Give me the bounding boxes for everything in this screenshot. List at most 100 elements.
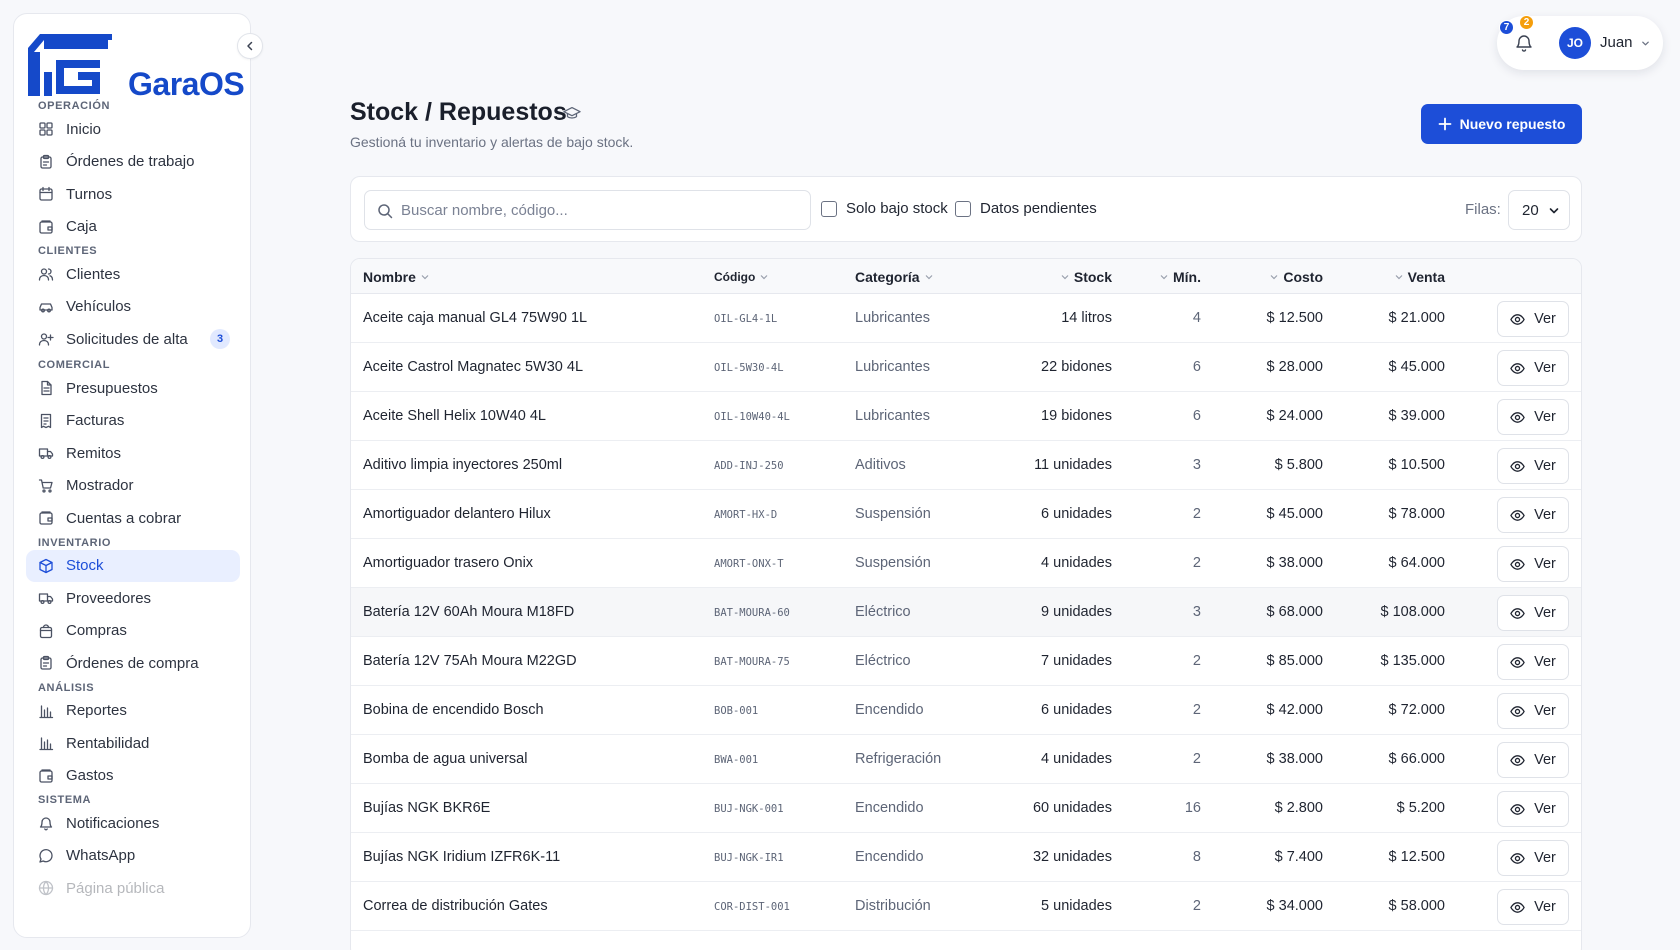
part-min: 8 <box>1192 849 1201 865</box>
part-category: Lubricantes <box>855 310 930 326</box>
view-button[interactable]: Ver <box>1497 742 1569 778</box>
column-header-min[interactable]: Mín. <box>1155 269 1201 285</box>
message-circle-icon <box>39 848 53 863</box>
sidebar-item-ordenes-de-compra[interactable]: Órdenes de compra <box>26 647 240 679</box>
table-row[interactable]: Bujías NGK Iridium IZFR6K-11 BUJ-NGK-IR1 E… <box>351 833 1581 882</box>
sidebar-item-inicio[interactable]: Inicio <box>26 113 240 145</box>
view-button[interactable]: Ver <box>1497 693 1569 729</box>
sidebar-item-notificaciones[interactable]: Notificaciones <box>26 807 240 839</box>
part-min: 2 <box>1192 751 1201 767</box>
part-sale: $ 66.000 <box>1388 751 1445 767</box>
part-sale: $ 64.000 <box>1388 555 1445 571</box>
column-header-cost[interactable]: Costo <box>1265 269 1323 285</box>
table-row[interactable]: Aceite Shell Helix 10W40 4L OIL-10W40-4L L… <box>351 392 1581 441</box>
sidebar-item-rentabilidad[interactable]: Rentabilidad <box>26 727 240 759</box>
sidebar-item-cuentas-a-cobrar[interactable]: Cuentas a cobrar <box>26 502 240 534</box>
column-header-sale[interactable]: Venta <box>1390 269 1445 285</box>
part-stock: 6 unidades <box>1041 702 1112 718</box>
sidebar-item-turnos[interactable]: Turnos <box>26 178 240 210</box>
eye-icon <box>1510 754 1525 766</box>
sidebar-item-stock[interactable]: Stock <box>26 549 240 582</box>
low-stock-checkbox[interactable]: Solo bajo stock <box>821 200 948 217</box>
table-row[interactable]: Aceite caja manual GL4 75W90 1L OIL-GL4-1… <box>351 294 1581 343</box>
sidebar-item-caja[interactable]: Caja <box>26 211 240 243</box>
part-code: BUJ-NGK-IR1 <box>714 852 784 864</box>
table-row[interactable]: Aditivo limpia inyectores 250ml ADD-INJ-2… <box>351 441 1581 490</box>
part-cost: $ 68.000 <box>1266 604 1323 620</box>
sidebar-item-pagina-publica[interactable]: Página pública <box>26 872 240 904</box>
sidebar-item-presupuestos[interactable]: Presupuestos <box>26 372 240 404</box>
sidebar-item-label: Inicio <box>66 120 102 138</box>
sidebar-item-proveedores[interactable]: Proveedores <box>26 582 240 614</box>
view-button[interactable]: Ver <box>1497 399 1569 435</box>
collapse-sidebar-button[interactable] <box>237 33 263 59</box>
sort-chevron-icon <box>1270 275 1278 280</box>
sidebar-item-remitos[interactable]: Remitos <box>26 437 240 469</box>
sidebar-item-label: Gastos <box>66 767 114 784</box>
sidebar-item-clientes[interactable]: Clientes <box>26 258 240 290</box>
column-header-stock[interactable]: Stock <box>1056 269 1112 285</box>
table-row[interactable]: Amortiguador trasero Onix AMORT-ONX-T Susp… <box>351 539 1581 588</box>
view-button[interactable]: Ver <box>1497 840 1569 876</box>
table-row[interactable]: Bujías NGK BKR6E BUJ-NGK-001 Encendido 60 u… <box>351 784 1581 833</box>
chevron-down-icon[interactable] <box>1641 39 1650 48</box>
part-stock: 4 unidades <box>1041 751 1112 767</box>
view-button[interactable]: Ver <box>1497 497 1569 533</box>
checkbox-box[interactable] <box>821 200 837 217</box>
table-row[interactable]: Batería 12V 60Ah Moura M18FD BAT-MOURA-60… <box>351 588 1581 637</box>
table-row[interactable]: Correa de distribución Gates COR-DIST-001… <box>351 882 1581 931</box>
part-stock: 19 bidones <box>1041 408 1112 424</box>
view-button[interactable]: Ver <box>1497 546 1569 582</box>
sidebar-item-ordenes-de-trabajo[interactable]: Órdenes de trabajo <box>26 146 240 178</box>
plus-icon <box>1438 117 1451 131</box>
pending-data-checkbox[interactable]: Datos pendientes <box>955 200 1097 217</box>
view-button[interactable]: Ver <box>1497 448 1569 484</box>
table-row[interactable]: Bobina de encendido Bosch BOB-001 Encendid… <box>351 686 1581 735</box>
user-name[interactable]: Juan <box>1600 34 1633 51</box>
sidebar-item-label: Vehículos <box>66 298 132 315</box>
avatar[interactable]: JO <box>1559 27 1591 59</box>
part-cost: $ 38.000 <box>1266 555 1323 571</box>
sidebar-item-facturas[interactable]: Facturas <box>26 405 240 437</box>
column-header-category[interactable]: Categoría <box>855 269 938 285</box>
part-category: Eléctrico <box>855 653 911 669</box>
checkbox-box[interactable] <box>955 200 971 217</box>
graduation-cap-icon[interactable] <box>563 104 581 122</box>
sort-chevron-icon <box>925 275 933 280</box>
view-button[interactable]: Ver <box>1497 301 1569 337</box>
eye-icon <box>1510 509 1525 521</box>
part-stock: 22 bidones <box>1041 359 1112 375</box>
sidebar-item-reportes[interactable]: Reportes <box>26 695 240 727</box>
sidebar-item-compras[interactable]: Compras <box>26 615 240 647</box>
part-cost: $ 12.500 <box>1266 310 1323 326</box>
sidebar-item-gastos[interactable]: Gastos <box>26 760 240 792</box>
part-name: Bobina de encendido Bosch <box>363 702 544 718</box>
part-sale: $ 78.000 <box>1388 506 1445 522</box>
table-row[interactable]: Amortiguador delantero Hilux AMORT-HX-D Su… <box>351 490 1581 539</box>
eye-icon <box>1510 460 1525 472</box>
view-button[interactable]: Ver <box>1497 791 1569 827</box>
search-input[interactable] <box>401 191 801 229</box>
part-category: Encendido <box>855 800 924 816</box>
column-header-name[interactable]: Nombre <box>363 269 434 285</box>
sidebar-item-label: Solicitudes de alta <box>66 330 188 348</box>
table-row[interactable]: Aceite Castrol Magnatec 5W30 4L OIL-5W30-… <box>351 343 1581 392</box>
part-code: AMORT-ONX-T <box>714 558 784 570</box>
view-button[interactable]: Ver <box>1497 595 1569 631</box>
truck-icon <box>38 448 54 460</box>
table-row[interactable]: Batería 12V 75Ah Moura M22GD BAT-MOURA-75… <box>351 637 1581 686</box>
rows-per-page-select[interactable]: 20 <box>1508 190 1570 230</box>
part-min: 2 <box>1192 702 1201 718</box>
view-button[interactable]: Ver <box>1497 644 1569 680</box>
sidebar-item-solicitudes-de-alta[interactable]: Solicitudes de alta 3 <box>26 323 240 355</box>
table-row[interactable]: Bomba de agua universal BWA-001 Refrigerac… <box>351 735 1581 784</box>
part-sale: $ 39.000 <box>1388 408 1445 424</box>
view-button[interactable]: Ver <box>1497 889 1569 925</box>
sidebar-item-vehiculos[interactable]: Vehículos <box>26 291 240 323</box>
sidebar-item-whatsapp[interactable]: WhatsApp <box>26 840 240 872</box>
new-part-button[interactable]: Nuevo repuesto <box>1421 104 1582 144</box>
sidebar-item-mostrador[interactable]: Mostrador <box>26 470 240 502</box>
notifications-button[interactable] <box>1514 33 1534 53</box>
column-header-code[interactable]: Código <box>714 270 773 284</box>
view-button[interactable]: Ver <box>1497 350 1569 386</box>
